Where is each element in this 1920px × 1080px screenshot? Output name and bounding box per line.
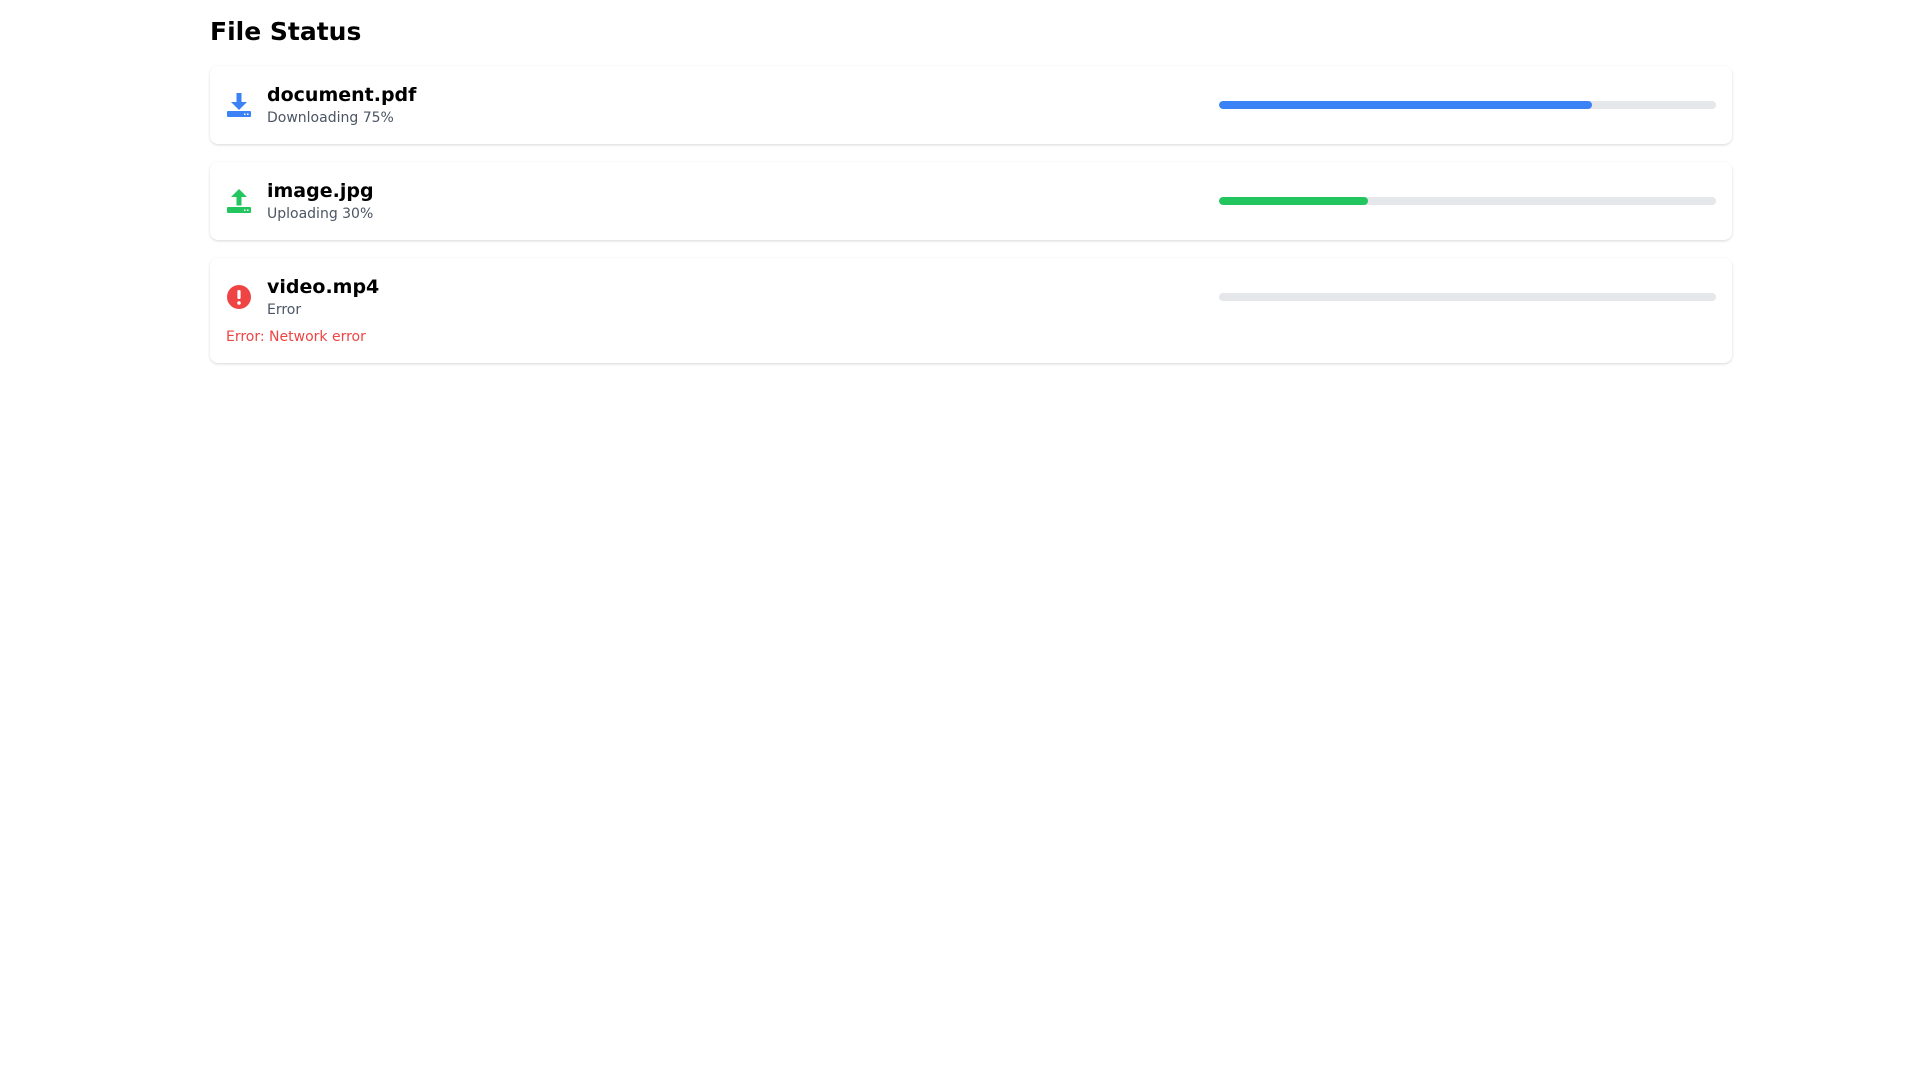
- file-card-video: video.mp4 Error Error: Network error: [210, 258, 1732, 363]
- file-info: video.mp4 Error: [226, 275, 379, 320]
- error-icon: [226, 284, 252, 310]
- file-name: video.mp4: [267, 275, 380, 298]
- progress-fill: [1219, 197, 1369, 205]
- file-card-row: image.jpg Uploading 30%: [226, 178, 1716, 224]
- progress-fill: [1219, 101, 1592, 109]
- file-text: image.jpg Uploading 30%: [267, 179, 374, 224]
- file-text: video.mp4 Error: [267, 275, 379, 320]
- file-card-document: document.pdf Downloading 75%: [210, 66, 1732, 144]
- file-status-text: Error: [267, 301, 302, 318]
- file-name: document.pdf: [267, 83, 417, 106]
- upload-icon: [226, 188, 252, 214]
- file-status-text: Downloading 75%: [267, 109, 394, 126]
- file-card-row: document.pdf Downloading 75%: [226, 82, 1716, 128]
- file-text: document.pdf Downloading 75%: [267, 83, 416, 128]
- file-name: image.jpg: [267, 179, 374, 202]
- page-title: File Status: [210, 17, 362, 46]
- download-icon: [226, 92, 252, 118]
- file-card-image: image.jpg Uploading 30%: [210, 162, 1732, 240]
- error-message: Error: Network error: [226, 329, 366, 345]
- file-card-row: video.mp4 Error: [226, 274, 1716, 320]
- progress-bar: [1219, 101, 1716, 109]
- progress-bar: [1219, 197, 1716, 205]
- file-info: document.pdf Downloading 75%: [226, 83, 416, 128]
- file-status-text: Uploading 30%: [267, 205, 374, 222]
- file-info: image.jpg Uploading 30%: [226, 179, 374, 224]
- file-status-panel: File Status document.pdf Downloading 75%: [210, 14, 1732, 381]
- progress-bar: [1219, 293, 1716, 301]
